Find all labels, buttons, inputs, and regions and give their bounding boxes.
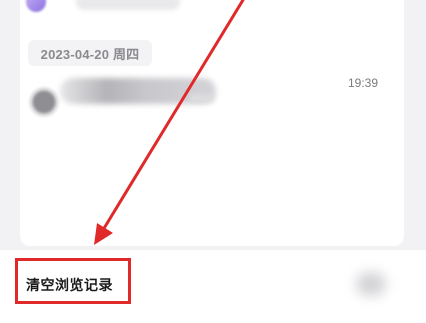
avatar (32, 90, 56, 114)
history-card: 2023-04-20 周四 19:39 (20, 0, 404, 246)
annotation-highlight-box (15, 258, 131, 304)
previous-item-content-blurred (76, 0, 180, 10)
date-header: 2023-04-20 周四 (28, 40, 152, 66)
history-item-subtext-blurred (190, 94, 214, 102)
previous-history-item[interactable] (20, 0, 404, 18)
bottom-action-bar: 清空浏览记录 (0, 250, 426, 323)
history-list-item[interactable]: 19:39 (20, 76, 404, 132)
bottom-right-control-blurred[interactable] (356, 272, 386, 296)
history-item-time: 19:39 (348, 76, 379, 90)
previous-item-thumbnail (26, 0, 46, 12)
